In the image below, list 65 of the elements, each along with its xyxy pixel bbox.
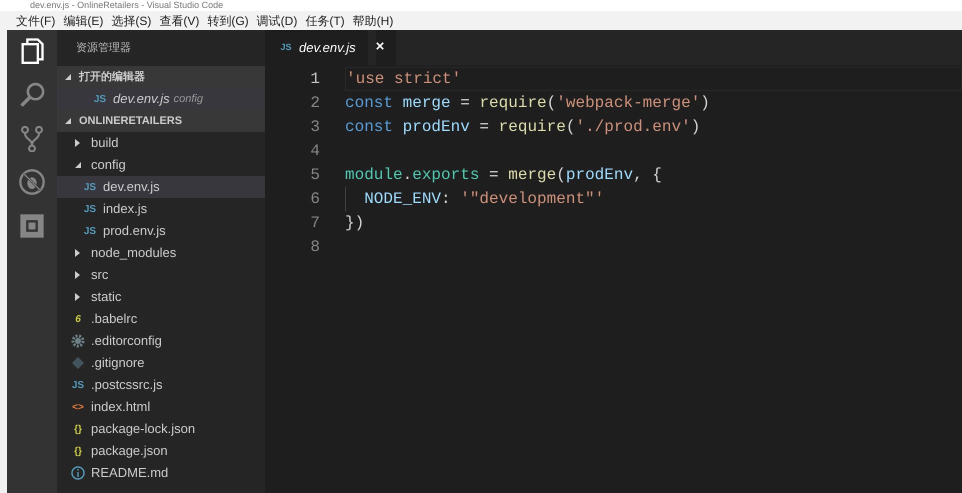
line-number: 5 — [309, 165, 320, 186]
file-item[interactable]: .postcssrc.js — [91, 375, 163, 395]
angle-brackets-icon: <> — [71, 400, 85, 414]
line-number: 6 — [309, 189, 320, 210]
diamond-icon — [71, 356, 85, 370]
file-item[interactable]: package-lock.json — [91, 419, 196, 439]
open-editor-item[interactable]: dev.env.js — [113, 89, 170, 109]
file-item[interactable]: package.json — [91, 441, 168, 461]
code-line: const merge = require('webpack-merge') — [345, 93, 711, 114]
sidebar-title: 资源管理器 — [75, 40, 132, 56]
menu-item[interactable]: 查看(V) — [155, 12, 204, 30]
folder-item[interactable]: config — [91, 155, 126, 175]
file-item[interactable]: .gitignore — [91, 353, 144, 373]
menu-item[interactable]: 调试(D) — [252, 12, 302, 30]
collapsed-arrow-icon[interactable] — [75, 271, 81, 279]
search-icon[interactable] — [18, 80, 46, 108]
file-item[interactable]: prod.env.js — [103, 221, 166, 241]
code-line: const prodEnv = require('./prod.env') — [345, 117, 702, 138]
collapsed-arrow-icon[interactable] — [75, 293, 81, 301]
js-file-icon: JS — [279, 40, 293, 54]
braces-icon: {} — [71, 444, 85, 458]
collapsed-arrow-icon[interactable] — [75, 249, 81, 257]
extensions-icon[interactable] — [18, 212, 46, 240]
js-file-icon: JS — [83, 202, 97, 216]
menu-item[interactable]: 转到(G) — [203, 12, 253, 30]
line-number: 2 — [309, 93, 320, 114]
file-item[interactable]: .babelrc — [91, 309, 138, 329]
line-number: 8 — [309, 237, 320, 258]
folder-item[interactable]: build — [91, 133, 118, 153]
code-line: }) — [345, 213, 366, 234]
braces-icon: {} — [71, 422, 85, 436]
menu-item[interactable]: 选择(S) — [107, 12, 156, 30]
file-item[interactable]: index.js — [103, 199, 148, 219]
code-line: module.exports = merge(prodEnv, { — [345, 165, 663, 186]
close-icon[interactable]: × — [376, 30, 396, 65]
editor-tab[interactable]: JS dev.env.js — [265, 30, 368, 65]
code-line: NODE_ENV: '"development"' — [345, 187, 962, 211]
expanded-arrow-icon[interactable] — [75, 161, 81, 169]
js-file-icon: JS — [71, 378, 85, 392]
collapsed-arrow-icon[interactable] — [75, 139, 81, 147]
js-file-icon: JS — [93, 92, 107, 106]
line-number: 7 — [309, 213, 320, 234]
file-item[interactable]: index.html — [91, 397, 150, 417]
menu-item[interactable]: 文件(F) — [12, 12, 60, 30]
folder-item[interactable]: src — [91, 265, 108, 285]
folder-item[interactable]: node_modules — [91, 243, 176, 263]
menu-item[interactable]: 任务(T) — [301, 12, 349, 30]
gear-icon — [71, 334, 85, 348]
file-item[interactable]: README.md — [91, 463, 168, 483]
expanded-arrow-icon[interactable] — [65, 117, 71, 125]
line-number: 1 — [309, 69, 320, 90]
info-icon — [71, 466, 85, 480]
menu-item[interactable]: 帮助(H) — [348, 12, 398, 30]
file-item[interactable]: dev.env.js — [103, 177, 160, 197]
file-item[interactable]: .editorconfig — [91, 331, 162, 351]
js-file-icon: JS — [83, 180, 97, 194]
expanded-arrow-icon[interactable] — [65, 73, 71, 81]
folder-item[interactable]: static — [91, 287, 122, 307]
line-number: 3 — [309, 117, 320, 138]
babel-icon: 6 — [71, 312, 85, 326]
line-number: 4 — [309, 141, 320, 162]
file-path-hint: config — [174, 92, 203, 107]
menu-item[interactable]: 编辑(E) — [59, 12, 108, 30]
branch-icon[interactable] — [18, 124, 46, 152]
js-file-icon: JS — [83, 224, 97, 238]
